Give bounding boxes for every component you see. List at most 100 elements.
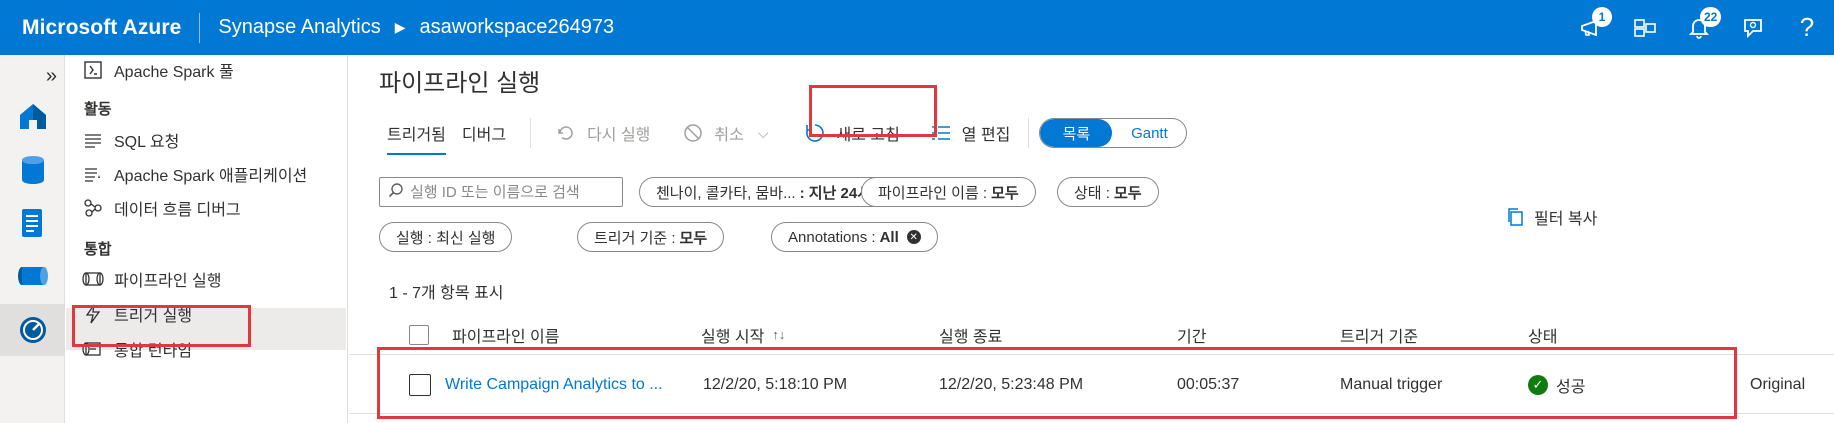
integration-runtime-icon bbox=[82, 338, 104, 360]
rerun-button[interactable]: 다시 실행 bbox=[547, 111, 658, 155]
refresh-label: 새로 고침 bbox=[836, 127, 900, 144]
integrate-icon[interactable] bbox=[0, 251, 65, 301]
cancel-button[interactable]: 취소 ⌵ bbox=[674, 111, 776, 155]
column-header-status[interactable]: 상태 bbox=[1528, 315, 1557, 354]
data-icon[interactable] bbox=[0, 145, 65, 195]
announcements-badge: 1 bbox=[1592, 7, 1612, 27]
tab-debug[interactable]: 디버그 bbox=[454, 111, 514, 155]
column-header-run-start[interactable]: 실행 시작 ↑↓ bbox=[701, 315, 785, 354]
left-rail: » bbox=[0, 55, 65, 423]
cancel-icon bbox=[682, 122, 704, 144]
search-input[interactable] bbox=[410, 183, 615, 201]
refresh-button[interactable]: 새로 고침 bbox=[796, 111, 907, 155]
filter-trigger-label: 트리거 기준 : bbox=[594, 229, 676, 247]
view-toggle: 목록 Gantt bbox=[1039, 118, 1188, 148]
announcements-button[interactable]: 1 bbox=[1564, 0, 1618, 55]
filter-status-value: 모두 bbox=[1113, 184, 1142, 202]
nav-item-pipeline-runs[interactable]: 파이프라인 실행 bbox=[82, 264, 222, 294]
feedback-icon bbox=[1744, 18, 1762, 38]
nav-section-integration: 통합 bbox=[84, 241, 112, 258]
nav-item-label: Apache Spark 풀 bbox=[114, 64, 234, 81]
sql-requests-icon bbox=[82, 129, 104, 151]
breadcrumb-workspace[interactable]: asaworkspace264973 bbox=[420, 16, 615, 39]
notifications-button[interactable]: 22 bbox=[1672, 0, 1726, 55]
success-check-icon: ✓ bbox=[1528, 374, 1548, 395]
monitor-nav: Apache Spark 풀 활동 SQL 요청 Apache Spark 애플… bbox=[66, 55, 348, 423]
filter-annotations-pill[interactable]: Annotations : All ✕ bbox=[771, 222, 938, 252]
spark-applications-icon bbox=[82, 163, 104, 185]
column-header-duration[interactable]: 기간 bbox=[1177, 315, 1206, 354]
directory-button[interactable] bbox=[1618, 0, 1672, 55]
filter-pipeline-name-label: 파이프라인 이름 : bbox=[878, 184, 988, 202]
rerun-label: 다시 실행 bbox=[587, 127, 651, 144]
run-end-value: 12/2/20, 5:23:48 PM bbox=[939, 375, 1084, 393]
toolbar-divider bbox=[530, 118, 532, 148]
nav-item-label: 파이프라인 실행 bbox=[114, 273, 222, 290]
help-icon: ? bbox=[1799, 12, 1815, 42]
filter-runs-pill[interactable]: 실행 : 최신 실행 bbox=[379, 222, 513, 252]
toolbar-divider bbox=[1028, 118, 1030, 148]
filter-status-pill[interactable]: 상태 : 모두 bbox=[1057, 177, 1159, 207]
table-header: 파이프라인 이름 실행 시작 ↑↓ 실행 종료 기간 트리거 기준 상태 bbox=[349, 315, 1834, 355]
develop-icon[interactable] bbox=[0, 198, 65, 248]
view-list-button[interactable]: 목록 bbox=[1040, 119, 1113, 147]
filter-annotations-label: Annotations : bbox=[788, 228, 876, 246]
copy-filter-button[interactable]: 필터 복사 bbox=[1504, 205, 1597, 229]
nav-item-sql-requests[interactable]: SQL 요청 bbox=[82, 125, 179, 155]
directory-icon bbox=[1634, 18, 1656, 37]
pipeline-name-link[interactable]: Write Campaign Analytics to ... bbox=[445, 356, 663, 413]
nav-item-trigger-runs[interactable]: 트리거 실행 bbox=[82, 299, 192, 329]
nav-item-dataflow-debug[interactable]: 데이터 흐름 디버그 bbox=[82, 193, 241, 223]
filter-status-label: 상태 : bbox=[1074, 184, 1110, 202]
rerun-icon bbox=[555, 122, 577, 144]
nav-item-label: 트리거 실행 bbox=[114, 308, 193, 325]
table-row: Write Campaign Analytics to ... 12/2/20,… bbox=[349, 356, 1834, 414]
main-content: 파이프라인 실행 트리거됨 디버그 다시 실행 취소 ⌵ 새로 고침 열 편집 … bbox=[349, 55, 1834, 423]
search-icon bbox=[388, 182, 404, 202]
monitor-icon[interactable] bbox=[0, 304, 65, 356]
tab-triggered[interactable]: 트리거됨 bbox=[379, 111, 454, 155]
nav-item-integration-runtimes[interactable]: 통합 런타임 bbox=[82, 334, 192, 364]
clear-filter-icon[interactable]: ✕ bbox=[906, 230, 921, 244]
edit-columns-button[interactable]: 열 편집 bbox=[922, 111, 1019, 155]
select-all-checkbox[interactable] bbox=[409, 315, 429, 354]
column-header-run-start-label: 실행 시작 bbox=[701, 328, 765, 346]
filter-pipeline-name-value: 모두 bbox=[991, 184, 1019, 202]
lightning-icon bbox=[82, 303, 104, 325]
filter-pipeline-name-pill[interactable]: 파이프라인 이름 : 모두 bbox=[861, 177, 1036, 207]
cancel-label: 취소 bbox=[714, 127, 744, 144]
filter-trigger-value: 모두 bbox=[679, 229, 708, 247]
filter-timezone-label: 첸나이, 콜카타, 뭄바... bbox=[656, 184, 796, 202]
row-checkbox[interactable] bbox=[409, 356, 431, 413]
status-badge: ✓ 성공 bbox=[1528, 356, 1585, 413]
run-start-value: 12/2/20, 5:18:10 PM bbox=[703, 375, 848, 393]
expand-rail-button[interactable]: » bbox=[0, 63, 65, 89]
chevron-down-icon: ⌵ bbox=[757, 124, 769, 141]
nav-item-label: SQL 요청 bbox=[114, 134, 180, 151]
search-box[interactable] bbox=[379, 177, 623, 207]
nav-item-spark-applications[interactable]: Apache Spark 애플리케이션 bbox=[82, 159, 307, 189]
column-header-pipeline-name[interactable]: 파이프라인 이름 bbox=[452, 315, 560, 354]
column-header-run-end[interactable]: 실행 종료 bbox=[939, 315, 1002, 354]
status-label: 성공 bbox=[1556, 378, 1586, 396]
help-button[interactable]: ? bbox=[1780, 0, 1834, 55]
nav-item-label: Apache Spark 애플리케이션 bbox=[114, 168, 308, 185]
top-bar: Microsoft Azure Synapse Analytics ▶ asaw… bbox=[0, 0, 1834, 55]
edit-columns-label: 열 편집 bbox=[961, 127, 1011, 144]
breadcrumb-service[interactable]: Synapse Analytics bbox=[218, 16, 380, 39]
view-gantt-button[interactable]: Gantt bbox=[1112, 119, 1186, 147]
column-header-triggered-by[interactable]: 트리거 기준 bbox=[1340, 315, 1418, 354]
dataflow-icon bbox=[82, 197, 104, 219]
spark-pool-icon bbox=[82, 59, 104, 81]
home-icon[interactable] bbox=[0, 91, 65, 141]
filter-trigger-pill[interactable]: 트리거 기준 : 모두 bbox=[577, 222, 725, 252]
filter-annotations-value: All bbox=[879, 228, 899, 246]
page-title: 파이프라인 실행 bbox=[379, 70, 541, 97]
brand-divider bbox=[199, 12, 201, 43]
azure-brand[interactable]: Microsoft Azure bbox=[0, 16, 199, 40]
nav-section-activities: 활동 bbox=[84, 101, 112, 118]
feedback-button[interactable] bbox=[1726, 0, 1780, 55]
nav-item-spark-pools[interactable]: Apache Spark 풀 bbox=[82, 55, 234, 85]
columns-icon bbox=[930, 122, 952, 144]
filter-runs-label: 실행 : 최신 실행 bbox=[396, 229, 496, 247]
